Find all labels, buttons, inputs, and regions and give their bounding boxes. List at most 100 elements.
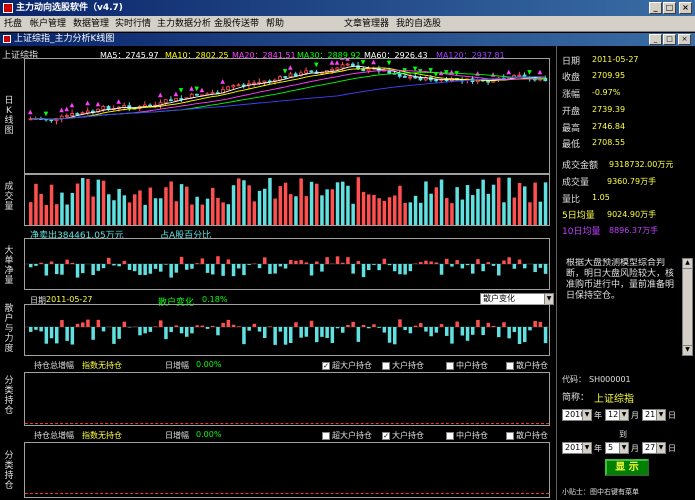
scroll-up-icon[interactable]: ▲ [683,259,692,269]
hold1-check-mid[interactable]: 中户持仓 [446,360,488,371]
note-scrollbar[interactable]: ▲ ▼ [682,258,693,356]
month-label: 月 [631,411,639,420]
volume-bar [101,180,106,225]
bigorder-bar [133,264,137,272]
kline-panel[interactable]: ▲▼▲▲▲▲▲▲▲▲▼▲▼▲▲▼▲▼▲▲▲▲▼▲▼▼▼▼▼▼▲▼▲▼▲▲▲▼▲ [24,54,550,174]
menu-articles[interactable]: 文章管理器 [344,18,389,30]
candle [257,81,262,84]
volume-bar [367,194,371,225]
retail-bar [34,327,38,330]
candle [345,63,350,66]
show-button[interactable]: 显 示 [605,459,649,476]
volume-bar [361,191,366,225]
high-value: 2746.84 [592,122,626,131]
close-button[interactable]: × [679,2,692,14]
checkbox-icon[interactable] [446,431,454,440]
retail-bar [185,327,189,337]
checkbox-checked-icon[interactable]: ✓ [322,361,330,370]
retail-bar [367,327,371,329]
minimize-button[interactable]: _ [649,2,662,14]
volume-panel[interactable] [24,174,550,226]
checkbox-icon[interactable] [506,431,514,440]
hold2-check-big[interactable]: ✓ 大户持仓 [382,430,424,441]
start-day-select[interactable]: 21 ▼ [642,409,666,421]
sub-minimize-button[interactable]: _ [649,34,662,45]
retail-bar [543,327,548,344]
candle [408,76,413,79]
hold2-check-super[interactable]: 超大户持仓 [322,430,372,441]
volume-bar [315,183,319,225]
retail-bar [387,327,392,343]
day-label: 日 [668,444,676,453]
volume-bar [44,204,49,225]
menu-help[interactable]: 帮助 [266,18,284,30]
hold1-check-big[interactable]: 大户持仓 [382,360,424,371]
month-label: 月 [631,444,639,453]
hold1-check-retail[interactable]: 散户持仓 [506,360,548,371]
start-month-select[interactable]: 12 ▼ [605,409,629,421]
high-label: 最高 [562,124,581,134]
avg5-label: 5日均量 [562,211,595,221]
menu-realtime[interactable]: 实时行情 [115,18,151,30]
scroll-down-icon[interactable]: ▼ [683,345,692,355]
volume-bar [289,194,293,225]
volume-bar [257,190,262,225]
sub-maximize-button[interactable]: □ [663,34,676,45]
menu-watchlist[interactable]: 我的自选股 [396,18,441,30]
retail-bar [434,327,439,333]
retail-bar [278,327,283,332]
maximize-button[interactable]: □ [663,2,676,14]
hold2-day-value: 0.00% [196,430,222,439]
menu-gold-stocks[interactable]: 金股传送带 [214,18,259,30]
candle [101,106,106,110]
checkbox-icon[interactable] [382,361,390,370]
end-day-select[interactable]: 27 ▼ [642,442,666,454]
volume-bar [133,194,137,225]
hold2-panel[interactable] [24,442,550,498]
retail-panel[interactable] [24,304,550,356]
checkbox-icon[interactable] [322,431,330,440]
hold1-day-label: 日增幅 [165,361,189,370]
candle [85,110,90,114]
bigorder-panel[interactable] [24,238,550,290]
checkbox-icon[interactable] [446,361,454,370]
start-year-select[interactable]: 2010 ▼ [562,409,592,421]
hold2-check-mid[interactable]: 中户持仓 [446,430,488,441]
end-year-select[interactable]: 2011 ▼ [562,442,592,454]
bigorder-bar [247,264,251,265]
menu-analysis[interactable]: 主力数据分析 [157,18,211,30]
checkbox-icon[interactable] [506,361,514,370]
volume-bar [335,182,340,225]
hold2-baseline [25,493,549,494]
candle [330,68,335,71]
volume-bar [445,198,449,225]
end-month-select[interactable]: 5 ▼ [605,442,629,454]
candle [231,85,236,88]
low-value: 2708.55 [592,138,626,147]
signal-arrow-icon: ▲ [200,87,205,94]
bigorder-bar [497,264,501,276]
candle [168,99,173,102]
menu-account[interactable]: 帐户管理 [30,18,66,30]
hold2-total-label: 持仓总增幅 [34,431,74,440]
bigorder-bar [491,264,496,266]
volume-bar [60,192,64,225]
volume-bar [512,197,517,225]
hold2-check-retail[interactable]: 散户持仓 [506,430,548,441]
bigorder-bar [242,264,246,276]
bigorder-bar [294,260,298,264]
hold1-check-super[interactable]: ✓ 超大户持仓 [322,360,372,371]
menu-tray[interactable]: 托盘 [4,18,22,30]
candle [80,112,85,115]
volume-bar [211,187,215,225]
menu-bar: 托盘 帐户管理 数据管理 实时行情 主力数据分析 金股传送带 帮助 文章管理器 … [0,16,695,32]
volume-bar [174,201,179,225]
bigorder-bar [465,264,470,266]
checkbox-checked-icon[interactable]: ✓ [382,431,390,440]
hold1-panel[interactable] [24,372,550,426]
sub-close-button[interactable]: × [678,34,691,45]
menu-data[interactable]: 数据管理 [73,18,109,30]
bigorder-bar [268,264,272,274]
retail-mode-value: 散户变化 [483,294,515,303]
retail-bar [439,324,444,327]
